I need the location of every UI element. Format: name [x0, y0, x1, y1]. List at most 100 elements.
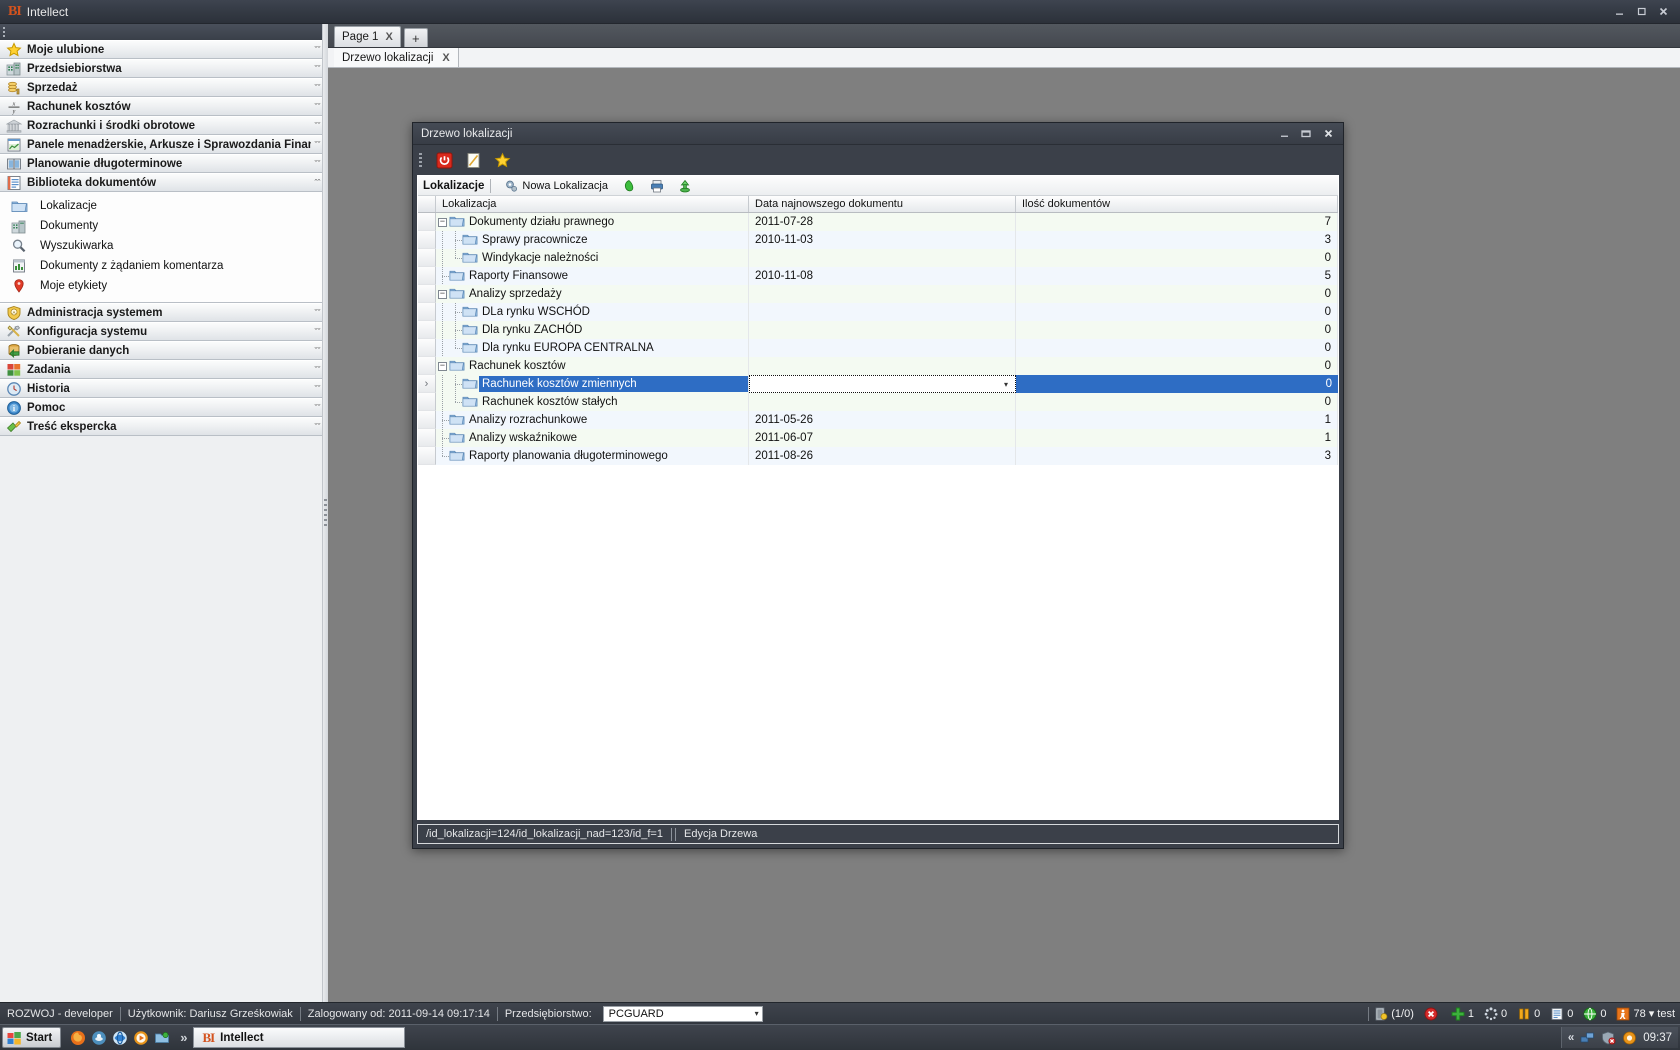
- table-row[interactable]: Raporty Finansowe 2010-11-08 5: [418, 267, 1338, 285]
- close-icon[interactable]: X: [385, 31, 392, 43]
- cell-data[interactable]: 2010-11-03: [749, 231, 1016, 249]
- row-indicator-current[interactable]: ›: [418, 375, 436, 393]
- sidebar-group-tresc-ekspercka[interactable]: Treść ekspercka ˇˇ: [0, 417, 327, 436]
- taskbar-item-intellect[interactable]: BI Intellect: [193, 1027, 406, 1048]
- cell-lokalizacja[interactable]: Dla rynku EUROPA CENTRALNA: [436, 339, 749, 357]
- expand-tray-icon[interactable]: «: [1568, 1032, 1574, 1044]
- printer-button[interactable]: [643, 177, 671, 195]
- page-tab-page-1[interactable]: Page 1 X: [334, 26, 401, 47]
- status-errors[interactable]: [1419, 1007, 1446, 1021]
- cell-data[interactable]: [749, 339, 1016, 357]
- dialog-close-button[interactable]: [1317, 125, 1339, 143]
- column-header-lokalizacja[interactable]: Lokalizacja: [436, 196, 749, 212]
- sidebar-item-wyszukiwarka[interactable]: Wyszukiwarka: [0, 236, 327, 256]
- cell-ilosc[interactable]: 3: [1016, 231, 1338, 249]
- edit-note-icon[interactable]: [463, 150, 483, 170]
- status-added[interactable]: 1: [1446, 1007, 1479, 1021]
- sidebar-group-zadania[interactable]: Zadania ˇˇ: [0, 360, 327, 379]
- column-header-ilosc-dokumentow[interactable]: Ilość dokumentów: [1016, 196, 1338, 212]
- row-indicator[interactable]: [418, 249, 436, 267]
- firefox-icon[interactable]: [70, 1030, 86, 1046]
- cell-data[interactable]: 2011-05-26: [749, 411, 1016, 429]
- tree-collapse-toggle[interactable]: −: [436, 213, 449, 231]
- table-row[interactable]: Windykacje należności 0: [418, 249, 1338, 267]
- row-indicator[interactable]: [418, 411, 436, 429]
- tray-clock[interactable]: 09:37: [1643, 1032, 1672, 1044]
- table-row[interactable]: Dla rynku ZACHÓD 0: [418, 321, 1338, 339]
- security-alert-icon[interactable]: [1601, 1031, 1616, 1045]
- cell-ilosc[interactable]: 0: [1016, 321, 1338, 339]
- status-network[interactable]: 0: [1578, 1007, 1611, 1021]
- explorer-icon[interactable]: [154, 1030, 170, 1046]
- cell-data[interactable]: 2011-07-28: [749, 213, 1016, 231]
- sidebar-group-rozrachunki[interactable]: Rozrachunki i środki obrotowe ˇˇ: [0, 116, 327, 135]
- dialog-minimize-button[interactable]: [1273, 125, 1295, 143]
- row-indicator[interactable]: [418, 393, 436, 411]
- row-indicator[interactable]: [418, 267, 436, 285]
- cell-data[interactable]: [749, 357, 1016, 375]
- row-indicator[interactable]: [418, 357, 436, 375]
- update-icon[interactable]: [1622, 1031, 1637, 1045]
- row-indicator[interactable]: [418, 231, 436, 249]
- add-page-button[interactable]: +: [403, 28, 428, 47]
- tab-drzewo-lokalizacji[interactable]: Drzewo lokalizacji X: [334, 48, 459, 67]
- cell-lokalizacja[interactable]: Rachunek kosztów zmiennych: [436, 375, 749, 393]
- row-indicator[interactable]: [418, 213, 436, 231]
- row-indicator[interactable]: [418, 285, 436, 303]
- table-row[interactable]: DLa rynku WSCHÓD 0: [418, 303, 1338, 321]
- sidebar-group-konfiguracja-systemu[interactable]: Konfiguracja systemu ˇˇ: [0, 322, 327, 341]
- tree-collapse-toggle[interactable]: −: [436, 357, 449, 375]
- status-notes[interactable]: 0: [1545, 1007, 1578, 1021]
- company-select[interactable]: PCGUARD ▾: [602, 1005, 763, 1022]
- cell-data[interactable]: [749, 393, 1016, 411]
- table-row-selected[interactable]: › Rachunek kosztów zmiennych ▾ 0: [418, 375, 1338, 393]
- cell-ilosc[interactable]: 7: [1016, 213, 1338, 231]
- row-indicator[interactable]: [418, 339, 436, 357]
- cell-ilosc[interactable]: 0: [1016, 339, 1338, 357]
- toolbar-grip[interactable]: [419, 153, 422, 167]
- status-paused[interactable]: 0: [1512, 1007, 1545, 1021]
- status-processing[interactable]: 0: [1479, 1006, 1512, 1021]
- cell-lokalizacja[interactable]: DLa rynku WSCHÓD: [436, 303, 749, 321]
- green-leaf-button[interactable]: [615, 177, 643, 195]
- start-button[interactable]: Start: [2, 1027, 62, 1048]
- cell-data[interactable]: 2010-11-08: [749, 267, 1016, 285]
- cell-lokalizacja[interactable]: Windykacje należności: [436, 249, 749, 267]
- cell-lokalizacja[interactable]: Rachunek kosztów stałych: [436, 393, 749, 411]
- network-icon[interactable]: [1580, 1031, 1595, 1045]
- chevron-down-icon[interactable]: ▾: [755, 1009, 759, 1018]
- cell-data[interactable]: [749, 249, 1016, 267]
- sidebar-group-planowanie[interactable]: Planowanie długoterminowe ˇˇ: [0, 154, 327, 173]
- sidebar-item-lokalizacje[interactable]: Lokalizacje: [0, 196, 327, 216]
- sidebar-group-biblioteka-dokumentow[interactable]: Biblioteka dokumentów ˆˆ: [0, 173, 327, 192]
- cell-lokalizacja[interactable]: Analizy rozrachunkowe: [436, 411, 749, 429]
- cell-lokalizacja[interactable]: Sprawy pracownicze: [436, 231, 749, 249]
- sidebar-group-przedsiebiorstwa[interactable]: Przedsiebiorstwa ˇˇ: [0, 59, 327, 78]
- cell-lokalizacja[interactable]: − Dokumenty działu prawnego: [436, 213, 749, 231]
- sidebar-group-administracja-systemem[interactable]: A Administracja systemem ˇˇ: [0, 303, 327, 322]
- cell-ilosc[interactable]: 0: [1016, 285, 1338, 303]
- cell-data[interactable]: [749, 321, 1016, 339]
- cell-lokalizacja[interactable]: − Analizy sprzedaży: [436, 285, 749, 303]
- dialog-restore-button[interactable]: [1295, 125, 1317, 143]
- table-row[interactable]: − Analizy sprzedaży 0: [418, 285, 1338, 303]
- row-indicator[interactable]: [418, 429, 436, 447]
- sidebar-group-sprzedaz[interactable]: Sprzedaż ˇˇ: [0, 78, 327, 97]
- cell-data[interactable]: [749, 303, 1016, 321]
- media-player-icon[interactable]: [133, 1030, 149, 1046]
- chevron-down-icon[interactable]: ▾: [999, 378, 1013, 390]
- cell-lokalizacja[interactable]: Raporty Finansowe: [436, 267, 749, 285]
- messenger-icon[interactable]: [91, 1030, 107, 1046]
- sidebar-group-rachunek-kosztow[interactable]: x y Rachunek kosztów ˇˇ: [0, 97, 327, 116]
- cell-data[interactable]: 2011-08-26: [749, 447, 1016, 465]
- sidebar-group-historia[interactable]: Historia ˇˇ: [0, 379, 327, 398]
- sidebar-item-dokumenty[interactable]: Dokumenty: [0, 216, 327, 236]
- row-indicator[interactable]: [418, 303, 436, 321]
- cell-lokalizacja[interactable]: Dla rynku ZACHÓD: [436, 321, 749, 339]
- tree-collapse-toggle[interactable]: −: [436, 285, 449, 303]
- green-export-button[interactable]: [671, 177, 699, 195]
- minimize-button[interactable]: [1608, 3, 1630, 21]
- chevron-down-icon[interactable]: ▾: [1649, 1007, 1655, 1020]
- close-icon[interactable]: X: [442, 52, 449, 64]
- cell-data-editor[interactable]: ▾: [749, 375, 1016, 393]
